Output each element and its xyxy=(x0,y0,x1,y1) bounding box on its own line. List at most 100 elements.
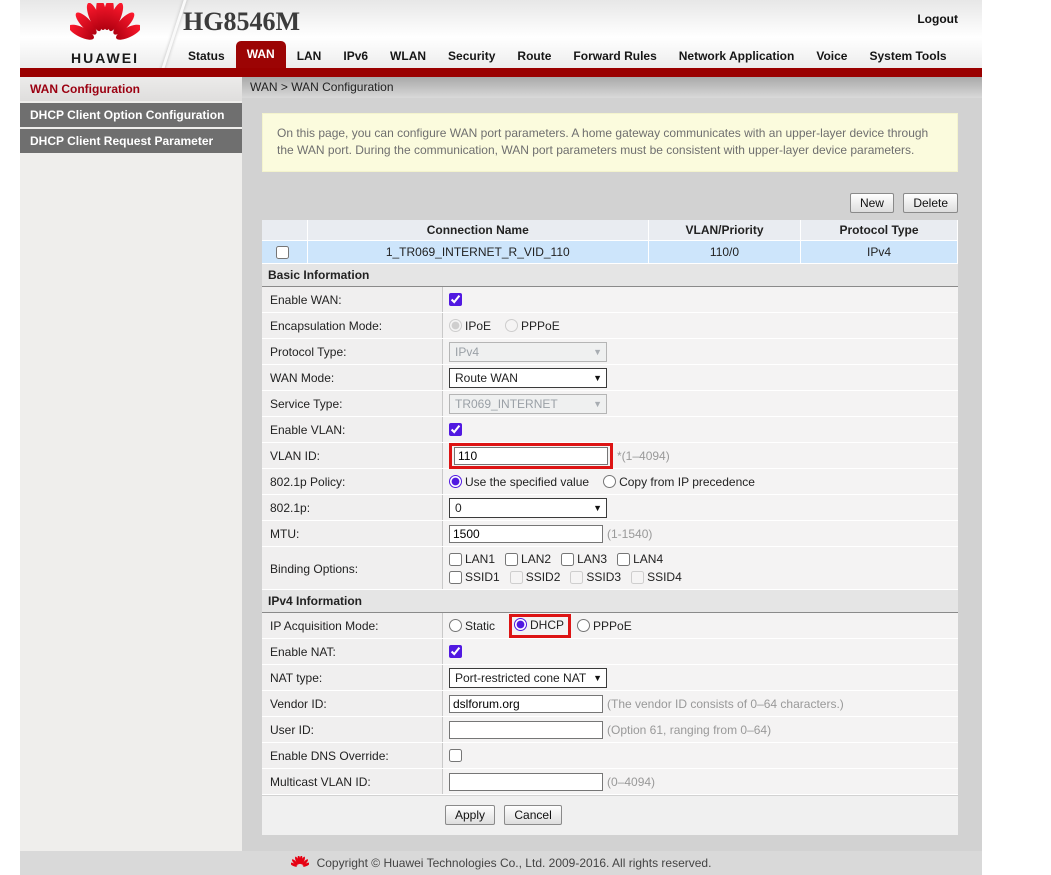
vendor-id-input[interactable] xyxy=(449,695,603,713)
enable-dns-override-checkbox[interactable] xyxy=(449,749,462,762)
sidebar: WAN Configuration DHCP Client Option Con… xyxy=(20,77,242,851)
binding-options-label: Binding Options: xyxy=(262,547,443,589)
ipoe-option-label: IPoE xyxy=(465,319,491,333)
service-type-label: Service Type: xyxy=(262,391,443,416)
tab-lan[interactable]: LAN xyxy=(286,45,333,68)
ssid1-checkbox[interactable] xyxy=(449,571,462,584)
tab-ipv6[interactable]: IPv6 xyxy=(332,45,379,68)
header-vlan-priority: VLAN/Priority xyxy=(649,220,801,241)
tab-wan[interactable]: WAN xyxy=(236,41,286,68)
nat-type-label: NAT type: xyxy=(262,665,443,690)
logout-button[interactable]: Logout xyxy=(917,12,958,26)
lan2-checkbox[interactable] xyxy=(505,553,518,566)
footer: Copyright © Huawei Technologies Co., Ltd… xyxy=(20,851,982,875)
ssid3-checkbox xyxy=(570,571,583,584)
huawei-flower-icon xyxy=(70,3,140,49)
dhcp-radio[interactable] xyxy=(514,618,527,631)
enable-dns-override-label: Enable DNS Override: xyxy=(262,743,443,768)
vlan-priority-cell: 110/0 xyxy=(649,241,801,264)
user-id-label: User ID: xyxy=(262,717,443,742)
connection-row-checkbox[interactable] xyxy=(276,246,289,259)
row-binding-options: Binding Options: LAN1 LAN2 LAN3 LAN4 SSI… xyxy=(262,547,958,590)
ip-acquisition-mode-label: IP Acquisition Mode: xyxy=(262,613,443,638)
row-enable-vlan: Enable VLAN: xyxy=(262,417,958,443)
tab-wlan[interactable]: WLAN xyxy=(379,45,437,68)
brand-text: HUAWEI xyxy=(46,50,164,66)
lan4-checkbox[interactable] xyxy=(617,553,630,566)
tab-system-tools[interactable]: System Tools xyxy=(858,45,957,68)
table-row: 1_TR069_INTERNET_R_VID_110 110/0 IPv4 xyxy=(262,241,958,264)
vendor-id-label: Vendor ID: xyxy=(262,691,443,716)
user-id-input[interactable] xyxy=(449,721,603,739)
chevron-down-icon: ▼ xyxy=(593,399,602,409)
lan1-label: LAN1 xyxy=(465,552,495,566)
row-nat-type: NAT type: Port-restricted cone NAT▼ xyxy=(262,665,958,691)
chevron-down-icon: ▼ xyxy=(593,503,602,513)
mtu-input[interactable] xyxy=(449,525,603,543)
8021p-select[interactable]: 0▼ xyxy=(449,498,607,518)
page-description-notice: On this page, you can configure WAN port… xyxy=(262,113,958,172)
multicast-vlan-id-label: Multicast VLAN ID: xyxy=(262,769,443,794)
protocol-type-cell: IPv4 xyxy=(801,241,958,264)
dhcp-option-label: DHCP xyxy=(530,618,564,632)
lan3-checkbox[interactable] xyxy=(561,553,574,566)
row-enable-dns-override: Enable DNS Override: xyxy=(262,743,958,769)
header-protocol-type: Protocol Type xyxy=(801,220,958,241)
service-type-select: TR069_INTERNET▼ xyxy=(449,394,607,414)
tab-status[interactable]: Status xyxy=(177,45,236,68)
ssid2-label: SSID2 xyxy=(526,570,561,584)
nat-type-select[interactable]: Port-restricted cone NAT▼ xyxy=(449,668,607,688)
pppoe-radio[interactable] xyxy=(577,619,590,632)
enable-wan-checkbox[interactable] xyxy=(449,293,462,306)
use-specified-value-radio[interactable] xyxy=(449,475,462,488)
multicast-vlan-id-input[interactable] xyxy=(449,773,603,791)
wan-mode-label: WAN Mode: xyxy=(262,365,443,390)
enable-wan-label: Enable WAN: xyxy=(262,287,443,312)
cancel-button[interactable]: Cancel xyxy=(504,805,561,825)
huawei-logo: HUAWEI xyxy=(46,3,164,66)
sidebar-item-dhcp-client-request[interactable]: DHCP Client Request Parameter xyxy=(20,129,242,153)
delete-button[interactable]: Delete xyxy=(903,193,958,213)
lan3-label: LAN3 xyxy=(577,552,607,566)
mtu-note: (1-1540) xyxy=(607,527,652,541)
tab-voice[interactable]: Voice xyxy=(805,45,858,68)
static-radio[interactable] xyxy=(449,619,462,632)
apply-button[interactable]: Apply xyxy=(445,805,495,825)
new-button[interactable]: New xyxy=(850,193,894,213)
row-service-type: Service Type: TR069_INTERNET▼ xyxy=(262,391,958,417)
tab-network-application[interactable]: Network Application xyxy=(668,45,806,68)
copy-from-ip-precedence-radio[interactable] xyxy=(603,475,616,488)
encapsulation-ipoe-radio[interactable] xyxy=(449,319,462,332)
tab-route[interactable]: Route xyxy=(506,45,562,68)
table-toolbar: New Delete xyxy=(262,193,958,213)
breadcrumb: WAN > WAN Configuration xyxy=(242,77,982,98)
connection-table: Connection Name VLAN/Priority Protocol T… xyxy=(262,220,958,265)
ssid3-label: SSID3 xyxy=(586,570,621,584)
row-enable-nat: Enable NAT: xyxy=(262,639,958,665)
sidebar-item-dhcp-client-option[interactable]: DHCP Client Option Configuration xyxy=(20,103,242,127)
row-mtu: MTU: (1-1540) xyxy=(262,521,958,547)
pppoe-option-label: PPPoE xyxy=(593,619,632,633)
red-divider-bar xyxy=(20,68,982,77)
encapsulation-pppoe-radio[interactable] xyxy=(505,319,518,332)
lan4-label: LAN4 xyxy=(633,552,663,566)
row-enable-wan: Enable WAN: xyxy=(262,287,958,313)
lan1-checkbox[interactable] xyxy=(449,553,462,566)
connection-name-cell: 1_TR069_INTERNET_R_VID_110 xyxy=(307,241,649,264)
row-user-id: User ID: (Option 61, ranging from 0–64) xyxy=(262,717,958,743)
8021p-policy-label: 802.1p Policy: xyxy=(262,469,443,494)
enable-vlan-checkbox[interactable] xyxy=(449,423,462,436)
sidebar-item-wan-configuration[interactable]: WAN Configuration xyxy=(20,77,242,101)
row-encapsulation-mode: Encapsulation Mode: IPoE PPPoE xyxy=(262,313,958,339)
main-panel: WAN > WAN Configuration On this page, yo… xyxy=(242,77,982,851)
vlan-id-input[interactable] xyxy=(454,447,608,465)
tab-security[interactable]: Security xyxy=(437,45,506,68)
use-specified-value-label: Use the specified value xyxy=(465,475,589,489)
row-vendor-id: Vendor ID: (The vendor ID consists of 0–… xyxy=(262,691,958,717)
enable-nat-label: Enable NAT: xyxy=(262,639,443,664)
wan-mode-select[interactable]: Route WAN▼ xyxy=(449,368,607,388)
enable-nat-checkbox[interactable] xyxy=(449,645,462,658)
header: HUAWEI HG8546M Logout Status WAN LAN IPv… xyxy=(20,0,982,68)
tab-forward-rules[interactable]: Forward Rules xyxy=(562,45,667,68)
section-basic-information: Basic Information xyxy=(262,264,958,287)
